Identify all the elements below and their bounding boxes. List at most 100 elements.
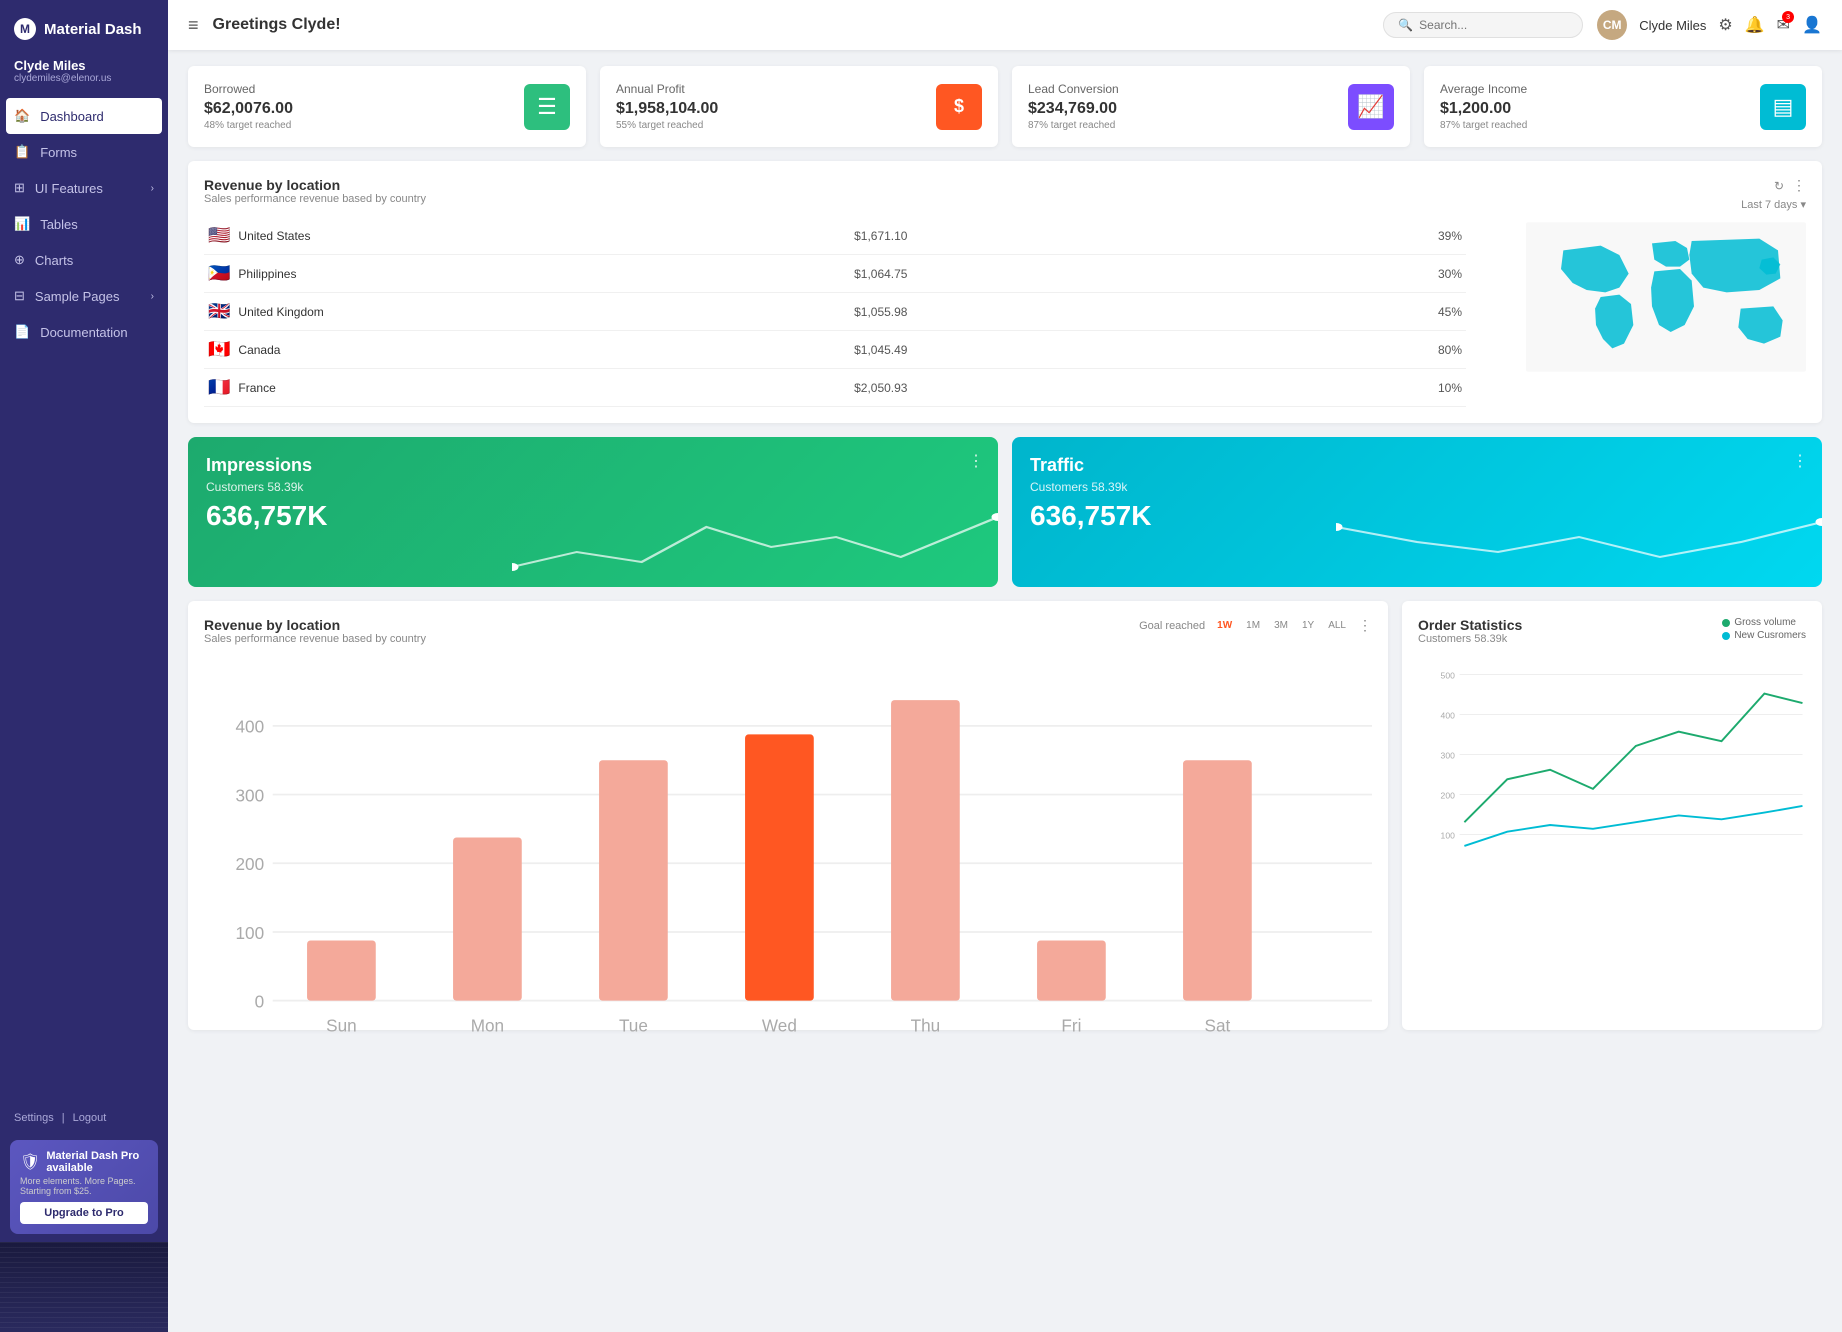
revenue-filter[interactable]: Last 7 days ▾ xyxy=(1741,198,1806,211)
svg-text:400: 400 xyxy=(1441,710,1456,720)
svg-text:Sun: Sun xyxy=(326,1016,357,1036)
search-input[interactable] xyxy=(1419,18,1568,32)
country-percent: 10% xyxy=(1255,369,1466,407)
stat-card-borrowed: Borrowed $62,0076.00 48% target reached … xyxy=(188,66,586,147)
search-icon: 🔍 xyxy=(1398,18,1413,32)
docs-icon: 📄 xyxy=(14,324,30,340)
svg-text:Tue: Tue xyxy=(619,1016,648,1036)
country-flag: 🇬🇧 xyxy=(204,293,234,331)
filter-1w[interactable]: 1W xyxy=(1213,619,1236,632)
filter-all[interactable]: ALL xyxy=(1324,619,1350,632)
refresh-icon[interactable]: ↻ xyxy=(1774,179,1784,193)
topbar-icons: CM Clyde Miles ⚙ 🔔 ✉ 3 👤 xyxy=(1597,10,1822,40)
traffic-chart xyxy=(1336,507,1822,587)
sidebar-footer: Settings | Logout xyxy=(0,1104,168,1132)
borrowed-label: Borrowed xyxy=(204,82,293,96)
upgrade-button[interactable]: Upgrade to Pro xyxy=(20,1202,148,1224)
sidebar-item-forms[interactable]: 📋 Forms xyxy=(0,134,168,170)
revenue-chart-sub: Sales performance revenue based by count… xyxy=(204,633,426,645)
gear-icon[interactable]: ⚙ xyxy=(1718,15,1732,35)
country-percent: 80% xyxy=(1255,331,1466,369)
menu-icon[interactable]: ≡ xyxy=(188,15,199,36)
sidebar-item-ui-features[interactable]: ⊞ UI Features › xyxy=(0,170,168,206)
country-percent: 30% xyxy=(1255,255,1466,293)
profit-icon: $ xyxy=(936,84,982,130)
legend-gross: Gross volume xyxy=(1722,617,1806,628)
avatar: CM xyxy=(1597,10,1627,40)
stat-cards: Borrowed $62,0076.00 48% target reached … xyxy=(188,66,1822,147)
svg-text:Thu: Thu xyxy=(911,1016,941,1036)
sidebar-promo: 🛡 Material Dash Pro available More eleme… xyxy=(10,1140,158,1234)
user-name: Clyde Miles xyxy=(14,58,154,73)
order-stats-legend: Gross volume New Cusromers xyxy=(1722,617,1806,641)
stat-card-profit: Annual Profit $1,958,104.00 55% target r… xyxy=(600,66,998,147)
nav-label-charts: Charts xyxy=(35,253,73,268)
content-area: Borrowed $62,0076.00 48% target reached … xyxy=(168,50,1842,1332)
chart-menu-icon[interactable]: ⋮ xyxy=(1358,617,1372,634)
sidebar-item-sample-pages[interactable]: ⊟ Sample Pages › xyxy=(0,278,168,314)
borrowed-sub: 48% target reached xyxy=(204,120,293,131)
borrowed-value: $62,0076.00 xyxy=(204,100,293,118)
mail-icon[interactable]: ✉ 3 xyxy=(1777,15,1790,35)
nav-label-sample: Sample Pages xyxy=(35,289,120,304)
svg-text:500: 500 xyxy=(1441,670,1456,680)
country-name: France xyxy=(234,369,850,407)
more-icon[interactable]: ⋮ xyxy=(1792,177,1806,194)
filter-3m[interactable]: 3M xyxy=(1270,619,1292,632)
bell-icon[interactable]: 🔔 xyxy=(1745,15,1765,35)
svg-text:100: 100 xyxy=(1441,830,1456,840)
sidebar-item-tables[interactable]: 📊 Tables xyxy=(0,206,168,242)
country-name: Canada xyxy=(234,331,850,369)
traffic-sub: Customers 58.39k xyxy=(1030,480,1804,494)
search-box[interactable]: 🔍 xyxy=(1383,12,1583,38)
chevron-right-icon-2: › xyxy=(151,291,154,302)
sidebar-logo: M Material Dash xyxy=(0,0,168,50)
promo-title: Material Dash Pro available xyxy=(46,1150,148,1174)
filter-1m[interactable]: 1M xyxy=(1242,619,1264,632)
order-stats-chart: 500 400 300 200 100 xyxy=(1418,665,1806,865)
country-amount: $1,055.98 xyxy=(850,293,1255,331)
table-row: 🇫🇷 France $2,050.93 10% xyxy=(204,369,1466,407)
sidebar-item-dashboard[interactable]: 🏠 Dashboard xyxy=(6,98,162,134)
country-amount: $2,050.93 xyxy=(850,369,1255,407)
user-icon[interactable]: 👤 xyxy=(1802,15,1822,35)
table-row: 🇵🇭 Philippines $1,064.75 30% xyxy=(204,255,1466,293)
sidebar-item-charts[interactable]: ⊕ Charts xyxy=(0,242,168,278)
table-row: 🇨🇦 Canada $1,045.49 80% xyxy=(204,331,1466,369)
bottom-row: Revenue by location Sales performance re… xyxy=(188,601,1822,1030)
revenue-location-sub: Sales performance revenue based by count… xyxy=(204,193,1466,205)
conversion-sub: 87% target reached xyxy=(1028,120,1119,131)
nav-label-tables: Tables xyxy=(40,217,78,232)
topbar-username: Clyde Miles xyxy=(1639,18,1706,33)
world-map xyxy=(1526,217,1806,377)
country-percent: 45% xyxy=(1255,293,1466,331)
impressions-sub: Customers 58.39k xyxy=(206,480,980,494)
filter-1y[interactable]: 1Y xyxy=(1298,619,1318,632)
income-label: Average Income xyxy=(1440,82,1527,96)
tables-icon: 📊 xyxy=(14,216,30,232)
conversion-icon: 📈 xyxy=(1348,84,1394,130)
traffic-title: Traffic xyxy=(1030,455,1804,476)
time-filters: 1W 1M 3M 1Y ALL xyxy=(1213,619,1350,632)
profit-value: $1,958,104.00 xyxy=(616,100,718,118)
svg-text:Wed: Wed xyxy=(762,1016,797,1036)
conversion-value: $234,769.00 xyxy=(1028,100,1119,118)
country-flag: 🇫🇷 xyxy=(204,369,234,407)
legend-new: New Cusromers xyxy=(1722,630,1806,641)
nav-label-forms: Forms xyxy=(40,145,77,160)
order-stats-sub: Customers 58.39k xyxy=(1418,633,1522,645)
sidebar-item-documentation[interactable]: 📄 Documentation xyxy=(0,314,168,350)
logo-text: Material Dash xyxy=(44,21,142,38)
sample-pages-icon: ⊟ xyxy=(14,288,25,304)
traffic-menu-icon[interactable]: ⋮ xyxy=(1792,451,1808,471)
settings-link[interactable]: Settings xyxy=(14,1112,54,1124)
logout-link[interactable]: Logout xyxy=(73,1112,107,1124)
country-amount: $1,064.75 xyxy=(850,255,1255,293)
impressions-menu-icon[interactable]: ⋮ xyxy=(968,451,984,471)
sidebar-bg-image xyxy=(0,1242,168,1332)
main-content: ≡ Greetings Clyde! 🔍 CM Clyde Miles ⚙ 🔔 … xyxy=(168,0,1842,1332)
gross-dot xyxy=(1722,619,1730,627)
income-sub: 87% target reached xyxy=(1440,120,1527,131)
country-name: United States xyxy=(234,217,850,255)
order-stats-title: Order Statistics xyxy=(1418,617,1522,633)
